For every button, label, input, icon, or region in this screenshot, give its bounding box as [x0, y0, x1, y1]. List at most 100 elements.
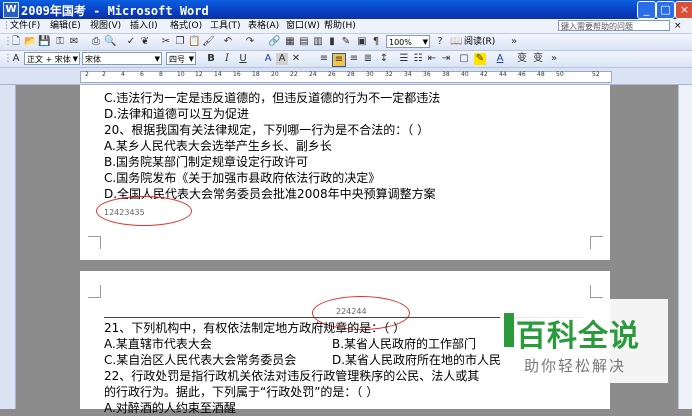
text-line: C.某自治区人民代表大会常务委员会 — [104, 353, 297, 367]
tables-borders-icon[interactable]: ▦ — [284, 36, 296, 48]
open-folder-icon[interactable]: 📂 — [24, 36, 36, 48]
document-map-icon[interactable]: ▣ — [356, 36, 368, 48]
word-app-icon[interactable]: W — [3, 2, 19, 18]
zoom-select[interactable]: 100% ▼ — [386, 35, 430, 48]
phonetic-guide-button[interactable]: 变 — [516, 53, 528, 65]
text-line: B.国务院某部门制定规章设定行政许可 — [104, 155, 309, 169]
text-line: 20、根据我国有关法律规定，下列哪一行为是不合法的：（ ） — [104, 123, 430, 137]
columns-icon[interactable]: ▮ — [326, 36, 338, 48]
standard-toolbar: ⋮ 🗋 📂 💾 ⚿ ✉ ⎙ 🔍 ✓ ❦ ✂ ❐ 📋 🖌 ↶ ↷ 🔗 ▦ ▤ ▥ … — [0, 34, 692, 51]
watermark-logo-icon — [504, 313, 514, 347]
watermark-title: 百科全说 — [516, 319, 640, 354]
char-border-button[interactable]: A — [262, 53, 274, 65]
help-icon[interactable]: ? — [434, 36, 446, 48]
window-title: 2009年国考 - Microsoft Word — [21, 4, 209, 18]
title-bar: W 2009年国考 - Microsoft Word _ □ × — [0, 0, 692, 19]
research-icon[interactable]: ❦ — [139, 36, 151, 48]
font-color-icon[interactable]: A — [494, 53, 506, 65]
menu-view[interactable]: 视图(V) — [90, 19, 121, 33]
menu-tools[interactable]: 工具(T) — [210, 19, 241, 33]
read-mode-button[interactable]: 阅读(R) — [464, 35, 495, 49]
save-icon[interactable]: 💾 — [38, 36, 50, 48]
email-icon[interactable]: ✉ — [68, 36, 80, 48]
ruler-tick: 20 — [271, 71, 279, 78]
close-button[interactable]: × — [675, 1, 692, 19]
drawing-icon[interactable]: ✎ — [340, 36, 352, 48]
format-painter-icon[interactable]: 🖌 — [202, 36, 215, 48]
zoom-value: 100% — [389, 38, 412, 47]
menu-edit[interactable]: 编辑(E) — [50, 19, 81, 33]
chevron-down-icon: ▼ — [72, 55, 78, 63]
ruler-tick: 38 — [442, 71, 450, 78]
decrease-indent-icon[interactable]: ⇤ — [426, 53, 438, 65]
paste-icon[interactable]: 📋 — [188, 36, 200, 48]
undo-icon[interactable]: ↶ — [222, 36, 234, 48]
chevron-down-icon: ▼ — [154, 55, 160, 63]
char-scale-icon[interactable]: ✕ — [290, 53, 302, 65]
new-document-icon[interactable]: 🗋 — [10, 36, 22, 48]
ruler-tick: 28 — [347, 71, 355, 78]
line-spacing-icon[interactable]: ↕ — [378, 53, 390, 65]
insert-table-icon[interactable]: ▤ — [298, 36, 310, 48]
maximize-button[interactable]: □ — [656, 1, 675, 19]
cut-icon[interactable]: ✂ — [160, 36, 172, 48]
font-select[interactable]: 宋体 ▼ — [82, 52, 162, 65]
margin-corner-mark — [88, 285, 101, 298]
ruler-tick: 50 — [556, 71, 564, 78]
menu-table[interactable]: 表格(A) — [248, 19, 279, 33]
site-watermark: 百科全说 助你轻松解决 — [500, 299, 668, 383]
align-right-icon[interactable]: ≡ — [348, 53, 360, 65]
vertical-ruler[interactable] — [0, 85, 16, 409]
border-icon[interactable]: ▢ — [458, 53, 470, 65]
numbering-icon[interactable]: ☰ — [398, 53, 410, 65]
menu-help[interactable]: 帮助(H) — [324, 19, 356, 33]
menu-close-doc-icon[interactable]: × — [674, 19, 682, 33]
toolbar-options-icon[interactable]: » — [548, 53, 560, 65]
increase-indent-icon[interactable]: ⇥ — [440, 53, 452, 65]
highlight-icon[interactable]: ✎ — [474, 53, 486, 65]
font-size-select[interactable]: 四号 ▼ — [166, 52, 196, 65]
insert-excel-icon[interactable]: ▥ — [312, 36, 324, 48]
ruler-tick: 8 — [159, 71, 163, 78]
justify-icon[interactable]: ≣ — [362, 53, 374, 65]
ruler-tick: 34 — [404, 71, 412, 78]
style-value: 正文 + 宋体 — [27, 55, 71, 64]
menu-format[interactable]: 格式(O) — [170, 19, 202, 33]
italic-button[interactable]: I — [221, 53, 233, 65]
copy-icon[interactable]: ❐ — [174, 36, 186, 48]
help-search-input[interactable]: 键入需要帮助的问题 — [558, 20, 670, 31]
enclose-char-button[interactable]: 变 — [532, 53, 544, 65]
permission-icon[interactable]: ⚿ — [54, 36, 66, 48]
menu-insert[interactable]: 插入(I) — [130, 19, 158, 33]
redo-icon[interactable]: ↷ — [244, 36, 256, 48]
ruler-tick: 24 — [309, 71, 317, 78]
text-line: A.某乡人民代表大会选举产生乡长、副乡长 — [104, 139, 332, 153]
style-select[interactable]: 正文 + 宋体 ▼ — [24, 52, 80, 65]
ruler-tick: 40 — [461, 71, 469, 78]
hyperlink-icon[interactable]: 🔗 — [268, 36, 280, 48]
bold-button[interactable]: B — [205, 53, 217, 65]
vertical-scrollbar[interactable] — [678, 85, 692, 409]
toolbar-options-icon[interactable]: » — [508, 36, 520, 48]
print-preview-icon[interactable]: 🔍 — [104, 36, 116, 48]
document-page-1[interactable]: C.违法行为一定是违反道德的，但违反道德的行为不一定都违法 D.法律和道德可以互… — [80, 85, 610, 260]
show-hide-icon[interactable]: ¶ — [370, 36, 382, 48]
print-icon[interactable]: ⎙ — [90, 36, 102, 48]
text-line: 22、行政处罚是指行政机关依法对违反行政管理秩序的公民、法人或其 — [104, 369, 480, 383]
horizontal-ruler[interactable]: 2 2 4 6 8 10 12 14 16 18 20 22 24 26 28 … — [0, 68, 692, 85]
bullets-icon[interactable]: ☷ — [412, 53, 424, 65]
menu-file[interactable]: 文件(F) — [10, 19, 40, 33]
ruler-tick: 2 — [85, 71, 89, 78]
align-center-icon[interactable]: ≡ — [332, 53, 346, 67]
menu-window[interactable]: 窗口(W) — [286, 19, 320, 33]
underline-button[interactable]: U — [237, 53, 249, 65]
minimize-button[interactable]: _ — [637, 1, 656, 19]
spelling-icon[interactable]: ✓ — [125, 36, 137, 48]
char-shading-button[interactable]: A — [276, 53, 288, 65]
ruler-tick: 22 — [290, 71, 298, 78]
ruler-tick: 46 — [518, 71, 526, 78]
styles-pane-icon[interactable]: A — [10, 53, 22, 65]
read-mode-icon[interactable]: 📖 — [450, 36, 462, 48]
text-line: 21、下列机构中，有权依法制定地方政府规章的是：（ ） — [104, 321, 406, 335]
align-left-icon[interactable]: ≡ — [318, 53, 330, 65]
